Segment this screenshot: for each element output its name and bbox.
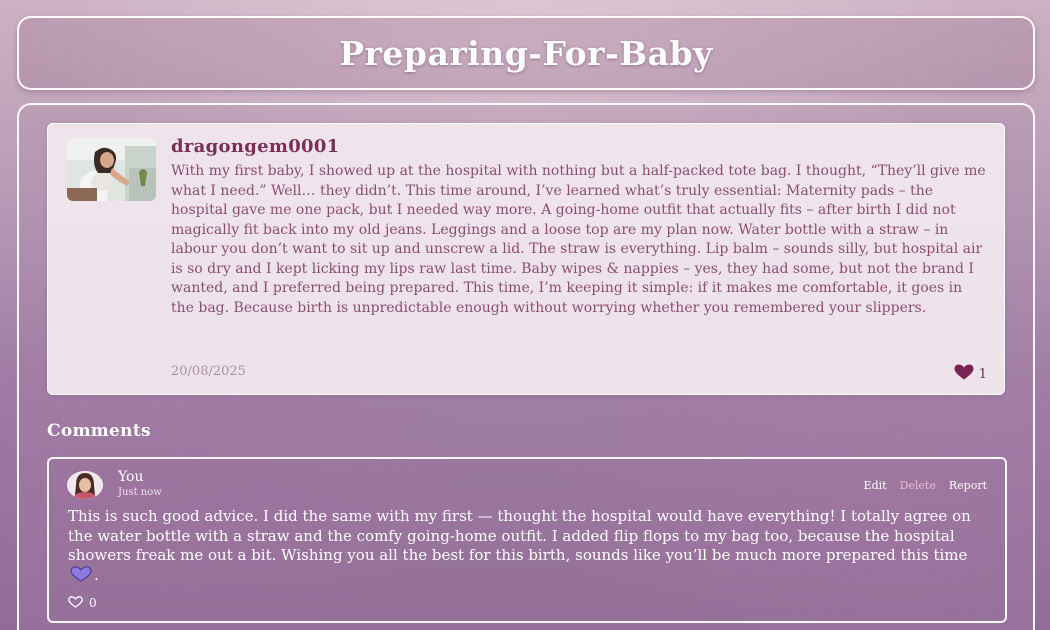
main-content-card: dragongem0001 With my first baby, I show… xyxy=(17,103,1035,630)
comment-like-button[interactable]: 0 xyxy=(68,593,97,612)
heart-filled-icon xyxy=(954,364,974,384)
post-avatar[interactable] xyxy=(67,138,156,201)
comment-actions: Edit Delete Report xyxy=(864,479,987,492)
user-avatar-icon xyxy=(67,471,103,499)
post-like-button[interactable]: 1 xyxy=(954,364,987,384)
page-header: Preparing-For-Baby xyxy=(17,16,1035,90)
comment-card: You Just now Edit Delete Report This is … xyxy=(47,457,1007,623)
report-comment-button[interactable]: Report xyxy=(949,479,987,492)
pregnant-woman-photo-icon xyxy=(67,138,156,201)
comment-text-end: . xyxy=(94,565,99,584)
avatar[interactable] xyxy=(67,471,103,499)
heart-outline-icon xyxy=(68,593,83,612)
comment-timestamp: Just now xyxy=(118,487,162,498)
edit-comment-button[interactable]: Edit xyxy=(864,479,887,492)
comments-heading: Comments xyxy=(47,421,151,441)
post-like-count: 1 xyxy=(978,366,987,382)
comment-text: This is such good advice. I did the same… xyxy=(68,507,971,564)
post-date: 20/08/2025 xyxy=(171,364,246,379)
purple-heart-icon xyxy=(70,565,92,588)
page-title: Preparing-For-Baby xyxy=(339,33,713,73)
post-card: dragongem0001 With my first baby, I show… xyxy=(47,123,1005,395)
comment-body: This is such good advice. I did the same… xyxy=(68,507,988,587)
comment-author[interactable]: You xyxy=(118,469,143,485)
delete-comment-button[interactable]: Delete xyxy=(900,479,936,492)
post-username[interactable]: dragongem0001 xyxy=(171,136,340,157)
comment-like-count: 0 xyxy=(89,595,97,610)
post-body: With my first baby, I showed up at the h… xyxy=(171,163,986,316)
